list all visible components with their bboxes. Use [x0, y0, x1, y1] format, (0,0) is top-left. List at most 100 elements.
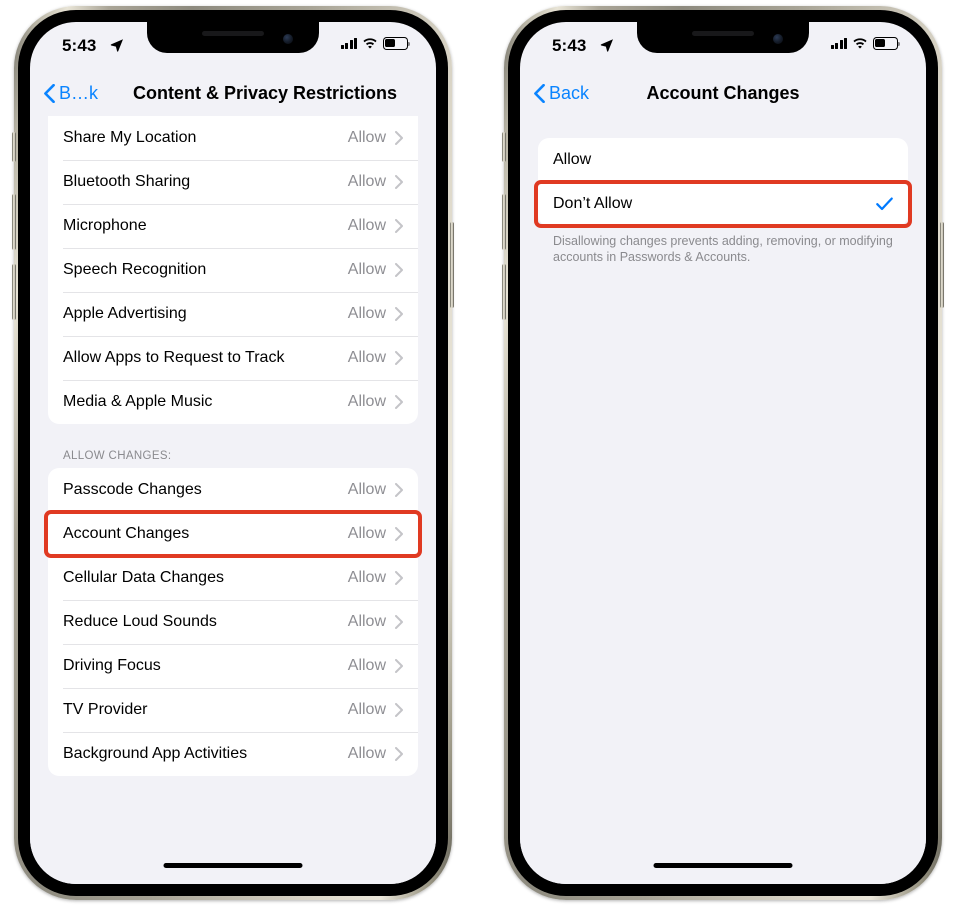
- chevron-right-icon: [395, 615, 403, 629]
- chevron-right-icon: [395, 659, 403, 673]
- chevron-right-icon: [395, 395, 403, 409]
- row-value: Allow: [347, 525, 386, 542]
- chevron-right-icon: [395, 351, 403, 365]
- table-row[interactable]: Speech Recognition Allow: [48, 248, 418, 292]
- chevron-left-icon: [534, 83, 545, 103]
- battery-icon: [873, 37, 901, 50]
- volume-down-button[interactable]: [12, 264, 16, 320]
- row-value: Allow: [347, 129, 386, 146]
- nav-bar: Back Account Changes: [520, 70, 926, 116]
- back-button-label: Back: [549, 82, 590, 103]
- table-row[interactable]: Passcode Changes Allow: [48, 468, 418, 512]
- option-row-allow[interactable]: Allow: [538, 138, 908, 182]
- power-button[interactable]: [450, 222, 454, 308]
- status-bar-indicators: [830, 37, 901, 50]
- chevron-right-icon: [395, 571, 403, 585]
- home-indicator[interactable]: [653, 863, 793, 868]
- row-label: Allow Apps to Request to Track: [63, 349, 285, 366]
- row-label: Passcode Changes: [63, 481, 202, 498]
- option-label: Allow: [553, 151, 592, 168]
- chevron-right-icon: [395, 307, 403, 321]
- location-arrow-icon: [110, 38, 124, 52]
- row-value: Allow: [347, 481, 386, 498]
- chevron-right-icon: [395, 175, 403, 189]
- cellular-bars-icon: [830, 37, 847, 50]
- power-button[interactable]: [940, 222, 944, 308]
- home-indicator[interactable]: [163, 863, 303, 868]
- table-row[interactable]: Driving Focus Allow: [48, 644, 418, 688]
- row-label: Apple Advertising: [63, 305, 187, 322]
- chevron-left-icon: [44, 83, 55, 103]
- phone-screen-right: 5:43 Back Account Changes Allow Don’t Al…: [520, 22, 926, 884]
- table-row[interactable]: Apple Advertising Allow: [48, 292, 418, 336]
- table-row[interactable]: Share My Location Allow: [48, 116, 418, 160]
- status-bar-indicators: [340, 37, 411, 50]
- chevron-right-icon: [395, 703, 403, 717]
- table-row[interactable]: TV Provider Allow: [48, 688, 418, 732]
- settings-group-privacy: Share My Location Allow Bluetooth Sharin…: [48, 116, 418, 424]
- options-group: Allow Don’t Allow: [538, 138, 908, 226]
- row-label: Driving Focus: [63, 657, 161, 674]
- table-row[interactable]: Allow Apps to Request to Track Allow: [48, 336, 418, 380]
- table-row-account-changes[interactable]: Account Changes Allow: [48, 512, 418, 556]
- status-bar-time: 5:43: [62, 36, 97, 55]
- account-changes-options: Allow Don’t Allow Disallowing changes pr…: [520, 116, 926, 884]
- volume-up-button[interactable]: [502, 194, 506, 250]
- row-label: Cellular Data Changes: [63, 569, 224, 586]
- row-value: Allow: [347, 305, 386, 322]
- row-value: Allow: [347, 393, 386, 410]
- section-header-allow-changes: ALLOW CHANGES:: [63, 450, 172, 462]
- row-value: Allow: [347, 569, 386, 586]
- back-button[interactable]: Back: [534, 83, 589, 104]
- mute-switch-button[interactable]: [12, 132, 16, 162]
- settings-group-allow-changes: Passcode Changes Allow Account Changes A…: [48, 468, 418, 776]
- wifi-icon: [852, 37, 868, 49]
- battery-icon: [383, 37, 411, 50]
- row-value: Allow: [347, 613, 386, 630]
- row-value: Allow: [347, 261, 386, 278]
- status-bar: 5:43: [30, 22, 436, 70]
- status-bar: 5:43: [520, 22, 926, 70]
- chevron-right-icon: [395, 483, 403, 497]
- row-label: TV Provider: [63, 701, 148, 718]
- row-label: Bluetooth Sharing: [63, 173, 191, 190]
- nav-bar: B…k Content & Privacy Restrictions: [30, 70, 436, 116]
- table-row[interactable]: Cellular Data Changes Allow: [48, 556, 418, 600]
- row-value: Allow: [347, 217, 386, 234]
- table-row[interactable]: Reduce Loud Sounds Allow: [48, 600, 418, 644]
- chevron-right-icon: [395, 219, 403, 233]
- table-row[interactable]: Media & Apple Music Allow: [48, 380, 418, 424]
- row-label: Account Changes: [63, 525, 190, 542]
- row-label: Microphone: [63, 217, 147, 234]
- chevron-right-icon: [395, 263, 403, 277]
- settings-list-left[interactable]: Share My Location Allow Bluetooth Sharin…: [30, 116, 436, 884]
- phone-right: 5:43 Back Account Changes Allow Don’t Al…: [502, 6, 944, 900]
- checkmark-icon: [876, 197, 893, 211]
- row-value: Allow: [347, 349, 386, 366]
- row-label: Media & Apple Music: [63, 393, 213, 410]
- chevron-right-icon: [395, 527, 403, 541]
- status-bar-time: 5:43: [552, 36, 587, 55]
- row-label: Share My Location: [63, 129, 197, 146]
- back-button[interactable]: B…k: [44, 83, 98, 104]
- chevron-right-icon: [395, 747, 403, 761]
- options-group-wrapper: Allow Don’t Allow: [520, 138, 926, 228]
- volume-down-button[interactable]: [502, 264, 506, 320]
- row-label: Speech Recognition: [63, 261, 207, 278]
- cellular-bars-icon: [340, 37, 357, 50]
- row-value: Allow: [347, 173, 386, 190]
- chevron-right-icon: [395, 131, 403, 145]
- table-row[interactable]: Microphone Allow: [48, 204, 418, 248]
- phone-screen-left: 5:43 B…k Content & Privacy Restrictions …: [30, 22, 436, 884]
- volume-up-button[interactable]: [12, 194, 16, 250]
- row-value: Allow: [347, 745, 386, 762]
- phone-left: 5:43 B…k Content & Privacy Restrictions …: [12, 6, 454, 900]
- row-value: Allow: [347, 657, 386, 674]
- table-row[interactable]: Background App Activities Allow: [48, 732, 418, 776]
- mute-switch-button[interactable]: [502, 132, 506, 162]
- page-title: Content & Privacy Restrictions: [132, 82, 398, 103]
- option-row-dont-allow[interactable]: Don’t Allow: [538, 182, 908, 226]
- table-row[interactable]: Bluetooth Sharing Allow: [48, 160, 418, 204]
- settings-group-allow-changes-wrapper: Passcode Changes Allow Account Changes A…: [30, 468, 436, 776]
- options-footnote: Disallowing changes prevents adding, rem…: [553, 234, 893, 264]
